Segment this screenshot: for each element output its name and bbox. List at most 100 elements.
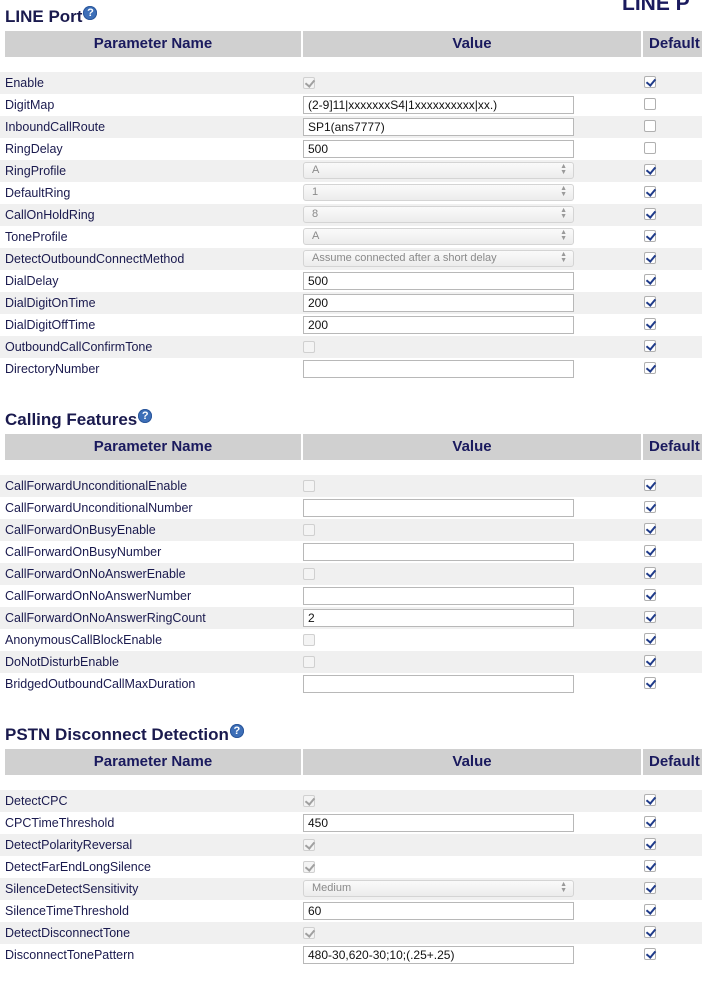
row-digit-map: DigitMap (2-9]11|xxxxxxxS4|1xxxxxxxxxx|xx…: [0, 94, 702, 116]
select-tone-profile[interactable]: A ▲ ▼: [303, 228, 574, 245]
input-cpc-time-threshold[interactable]: 450: [303, 814, 574, 832]
help-icon[interactable]: ?: [229, 724, 244, 738]
value-cell-do-not-disturb-enable: [303, 653, 574, 671]
help-icon[interactable]: ?: [138, 409, 153, 423]
checkbox-call-forward-on-busy-enable: [303, 524, 315, 536]
default-checkbox-directory-number[interactable]: [644, 362, 656, 374]
param-name-detect-far-end-long-silence: DetectFarEndLongSilence: [5, 860, 151, 874]
default-checkbox-anonymous-call-block-enable[interactable]: [644, 633, 656, 645]
default-cell-inbound-call-route: [644, 118, 656, 137]
input-dial-delay[interactable]: 500: [303, 272, 574, 290]
default-cell-digit-map: [644, 96, 656, 115]
param-name-dial-delay: DialDelay: [5, 274, 59, 288]
default-checkbox-call-forward-on-no-answer-ring-count[interactable]: [644, 611, 656, 623]
param-name-call-forward-on-busy-number: CallForwardOnBusyNumber: [5, 545, 162, 559]
default-checkbox-detect-polarity-reversal[interactable]: [644, 838, 656, 850]
select-value-detect-outbound-connect-method: Assume connected after a short delay: [312, 252, 497, 264]
default-checkbox-call-forward-unconditional-number[interactable]: [644, 501, 656, 513]
value-cell-digit-map: (2-9]11|xxxxxxxS4|1xxxxxxxxxx|xx.): [303, 96, 574, 114]
default-checkbox-cpc-time-threshold[interactable]: [644, 816, 656, 828]
default-checkbox-detect-outbound-connect-method[interactable]: [644, 252, 656, 264]
default-checkbox-dial-delay[interactable]: [644, 274, 656, 286]
input-call-forward-on-no-answer-ring-count[interactable]: 2: [303, 609, 574, 627]
select-call-on-hold-ring[interactable]: 8 ▲ ▼: [303, 206, 574, 223]
help-icon[interactable]: ?: [83, 6, 98, 20]
input-ring-delay[interactable]: 500: [303, 140, 574, 158]
select-default-ring[interactable]: 1 ▲ ▼: [303, 184, 574, 201]
default-checkbox-outbound-call-confirm-tone[interactable]: [644, 340, 656, 352]
default-checkbox-detect-disconnect-tone[interactable]: [644, 926, 656, 938]
input-call-forward-unconditional-number[interactable]: [303, 499, 574, 517]
select-silence-detect-sensitivity[interactable]: Medium ▲ ▼: [303, 880, 574, 897]
default-cell-detect-disconnect-tone: [644, 924, 656, 943]
default-checkbox-call-forward-on-busy-enable[interactable]: [644, 523, 656, 535]
default-cell-call-forward-on-no-answer-ring-count: [644, 609, 656, 628]
value-cell-call-forward-on-busy-number: [303, 543, 574, 561]
param-name-call-forward-on-no-answer-number: CallForwardOnNoAnswerNumber: [5, 589, 192, 603]
default-checkbox-dial-digit-off-time[interactable]: [644, 318, 656, 330]
default-checkbox-do-not-disturb-enable[interactable]: [644, 655, 656, 667]
param-name-anonymous-call-block-enable: AnonymousCallBlockEnable: [5, 633, 163, 647]
input-silence-time-threshold[interactable]: 60: [303, 902, 574, 920]
param-name-outbound-call-confirm-tone: OutboundCallConfirmTone: [5, 340, 153, 354]
default-checkbox-ring-delay[interactable]: [644, 142, 656, 154]
param-name-detect-disconnect-tone: DetectDisconnectTone: [5, 926, 131, 940]
default-cell-enable: [644, 74, 656, 93]
default-checkbox-silence-time-threshold[interactable]: [644, 904, 656, 916]
default-checkbox-detect-far-end-long-silence[interactable]: [644, 860, 656, 872]
default-cell-call-forward-unconditional-number: [644, 499, 656, 518]
default-checkbox-call-forward-on-busy-number[interactable]: [644, 545, 656, 557]
default-checkbox-call-forward-on-no-answer-number[interactable]: [644, 589, 656, 601]
row-enable: Enable: [0, 72, 702, 94]
input-dial-digit-off-time[interactable]: 200: [303, 316, 574, 334]
default-checkbox-call-forward-unconditional-enable[interactable]: [644, 479, 656, 491]
default-checkbox-call-on-hold-ring[interactable]: [644, 208, 656, 220]
default-cell-ring-delay: [644, 140, 656, 159]
value-cell-call-forward-on-no-answer-ring-count: 2: [303, 609, 574, 627]
input-dial-digit-on-time[interactable]: 200: [303, 294, 574, 312]
table-header: Parameter Name Value Default: [5, 749, 702, 775]
default-checkbox-tone-profile[interactable]: [644, 230, 656, 242]
row-dial-digit-off-time: DialDigitOffTime 200: [0, 314, 702, 336]
input-call-forward-on-no-answer-number[interactable]: [303, 587, 574, 605]
default-checkbox-bridged-outbound-call-max-duration[interactable]: [644, 677, 656, 689]
select-detect-outbound-connect-method[interactable]: Assume connected after a short delay ▲ ▼: [303, 250, 574, 267]
select-arrows-icon: ▲ ▼: [560, 163, 567, 176]
default-cell-silence-time-threshold: [644, 902, 656, 921]
default-checkbox-silence-detect-sensitivity[interactable]: [644, 882, 656, 894]
value-cell-disconnect-tone-pattern: 480-30,620-30;10;(.25+.25): [303, 946, 574, 964]
default-checkbox-disconnect-tone-pattern[interactable]: [644, 948, 656, 960]
input-digit-map[interactable]: (2-9]11|xxxxxxxS4|1xxxxxxxxxx|xx.): [303, 96, 574, 114]
default-checkbox-enable[interactable]: [644, 76, 656, 88]
default-checkbox-detect-cpc[interactable]: [644, 794, 656, 806]
input-bridged-outbound-call-max-duration[interactable]: [303, 675, 574, 693]
default-checkbox-call-forward-on-no-answer-enable[interactable]: [644, 567, 656, 579]
section-title-text: LINE Port: [5, 7, 83, 26]
default-checkbox-inbound-call-route[interactable]: [644, 120, 656, 132]
select-ring-profile[interactable]: A ▲ ▼: [303, 162, 574, 179]
select-value-default-ring: 1: [312, 186, 319, 198]
default-checkbox-dial-digit-on-time[interactable]: [644, 296, 656, 308]
param-name-ring-profile: RingProfile: [5, 164, 67, 178]
checkbox-anonymous-call-block-enable: [303, 634, 315, 646]
checkbox-do-not-disturb-enable: [303, 656, 315, 668]
default-checkbox-ring-profile[interactable]: [644, 164, 656, 176]
row-inbound-call-route: InboundCallRoute SP1(ans7777): [0, 116, 702, 138]
row-ring-delay: RingDelay 500: [0, 138, 702, 160]
value-cell-call-forward-unconditional-enable: [303, 477, 574, 495]
table-header: Parameter Name Value Default: [5, 31, 702, 57]
input-call-forward-on-busy-number[interactable]: [303, 543, 574, 561]
select-arrows-icon: ▲ ▼: [560, 185, 567, 198]
default-checkbox-default-ring[interactable]: [644, 186, 656, 198]
default-checkbox-digit-map[interactable]: [644, 98, 656, 110]
input-disconnect-tone-pattern[interactable]: 480-30,620-30;10;(.25+.25): [303, 946, 574, 964]
default-cell-ring-profile: [644, 162, 656, 181]
row-call-on-hold-ring: CallOnHoldRing 8 ▲ ▼: [0, 204, 702, 226]
row-cpc-time-threshold: CPCTimeThreshold 450: [0, 812, 702, 834]
row-call-forward-on-busy-number: CallForwardOnBusyNumber: [0, 541, 702, 563]
input-inbound-call-route[interactable]: SP1(ans7777): [303, 118, 574, 136]
input-directory-number[interactable]: [303, 360, 574, 378]
value-cell-dial-digit-on-time: 200: [303, 294, 574, 312]
row-detect-polarity-reversal: DetectPolarityReversal: [0, 834, 702, 856]
row-call-forward-on-busy-enable: CallForwardOnBusyEnable: [0, 519, 702, 541]
